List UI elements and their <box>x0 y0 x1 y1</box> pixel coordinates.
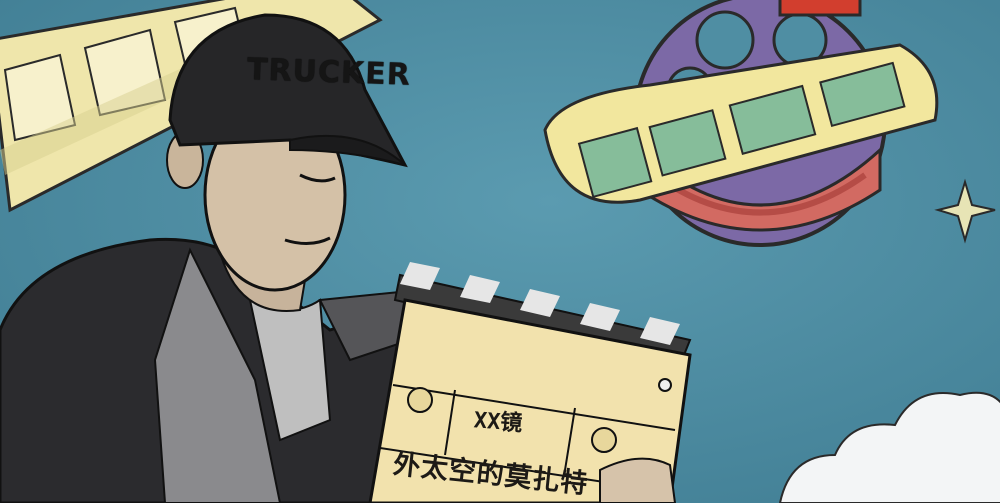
illustrated-scene: TRUCKER XX镜 外太空的莫扎特 <box>0 0 1000 503</box>
cap-brand-text: TRUCKER <box>246 52 412 93</box>
clapperboard-label: XX镜 <box>473 408 524 437</box>
